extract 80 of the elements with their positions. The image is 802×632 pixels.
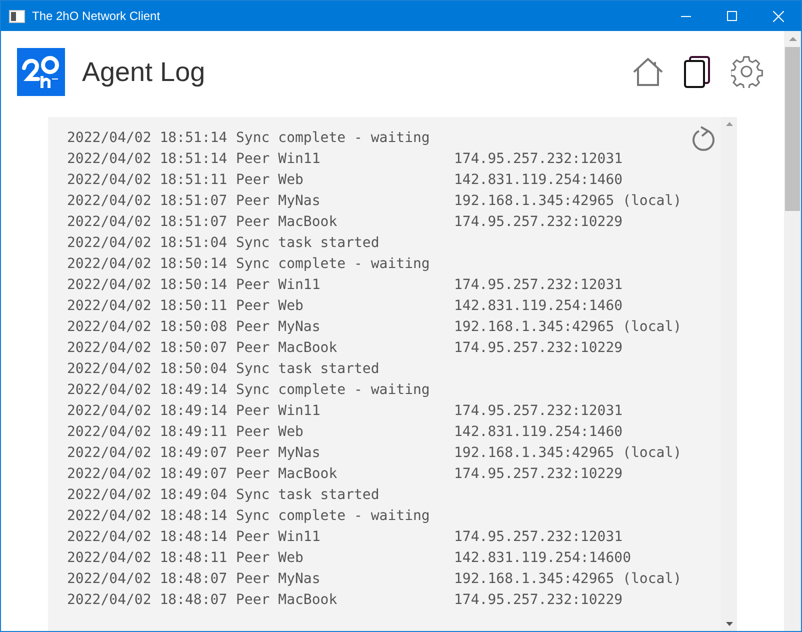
log-message: Sync task started	[236, 234, 380, 253]
documents-icon	[684, 56, 710, 88]
page-title: Agent Log	[82, 56, 206, 89]
home-button[interactable]	[632, 56, 664, 88]
log-message: Peer MacBook	[236, 339, 338, 358]
log-address: 174.95.257.232:10229	[454, 465, 623, 484]
refresh-icon	[691, 125, 717, 153]
logo	[17, 48, 65, 96]
log-timestamp: 2022/04/02 18:50:14	[67, 276, 228, 295]
log-message: Peer MacBook	[236, 213, 338, 232]
log-message: Peer Win11	[236, 150, 322, 169]
close-icon	[772, 10, 784, 22]
log-timestamp: 2022/04/02 18:51:07	[67, 192, 228, 211]
log-timestamp: 2022/04/02 18:49:04	[67, 486, 228, 505]
log-message: Peer Web	[236, 297, 304, 316]
log-address: 174.95.257.232:10229	[454, 591, 623, 610]
log-timestamp: 2022/04/02 18:51:11	[67, 171, 228, 190]
log-message: Peer Win11	[236, 402, 322, 421]
log-timestamp: 2022/04/02 18:48:14	[67, 528, 228, 547]
scroll-down-icon[interactable]	[726, 622, 732, 626]
log-message: Peer MacBook	[236, 465, 338, 484]
settings-icon	[731, 56, 763, 88]
log-message: Sync complete - waiting	[236, 381, 431, 400]
settings-button[interactable]	[730, 55, 764, 89]
log-message: Sync complete - waiting	[236, 255, 431, 274]
log-address: 174.95.257.232:12031	[454, 276, 623, 295]
log-message: Peer Web	[236, 171, 304, 190]
log-message: Peer MyNas	[236, 192, 322, 211]
log-address: 174.95.257.232:10229	[454, 213, 623, 232]
log-message: Sync complete - waiting	[236, 507, 431, 526]
scroll-up-icon[interactable]	[788, 37, 796, 41]
log-timestamp: 2022/04/02 18:48:14	[67, 507, 228, 526]
log-timestamp: 2022/04/02 18:48:11	[67, 549, 228, 568]
log-timestamp: 2022/04/02 18:50:14	[67, 255, 228, 274]
log-timestamp: 2022/04/02 18:51:14	[67, 129, 228, 148]
log-timestamp: 2022/04/02 18:48:07	[67, 591, 228, 610]
log-message: Peer MacBook	[236, 591, 338, 610]
log-address: 192.168.1.345:42965 (local)	[454, 192, 682, 211]
log-address: 174.95.257.232:12031	[454, 150, 623, 169]
maximize-icon	[727, 11, 737, 21]
log-address: 174.95.257.232:10229	[454, 339, 623, 358]
log-address: 192.168.1.345:42965 (local)	[454, 318, 682, 337]
log-message: Peer MyNas	[236, 444, 322, 463]
log-message: Peer Web	[236, 549, 304, 568]
log-timestamp: 2022/04/02 18:49:11	[67, 423, 228, 442]
window-title: The 2hO Network Client	[32, 8, 160, 25]
log-message: Sync task started	[236, 486, 380, 505]
window-scrollbar[interactable]	[784, 31, 801, 631]
log-address: 142.831.119.254:14600	[454, 549, 632, 568]
log-timestamp: 2022/04/02 18:50:04	[67, 360, 228, 379]
log-timestamp: 2022/04/02 18:49:07	[67, 465, 228, 484]
log-timestamp: 2022/04/02 18:49:14	[67, 381, 228, 400]
scroll-thumb[interactable]	[785, 47, 800, 211]
log-address: 142.831.119.254:1460	[454, 423, 623, 442]
documents-button[interactable]	[682, 55, 712, 89]
log-address: 174.95.257.232:12031	[454, 528, 623, 547]
log-message: Peer MyNas	[236, 570, 322, 589]
log-message: Peer MyNas	[236, 318, 322, 337]
log-timestamp: 2022/04/02 18:50:08	[67, 318, 228, 337]
log-message: Sync task started	[236, 360, 380, 379]
log-message: Sync complete - waiting	[236, 129, 431, 148]
log-timestamp: 2022/04/02 18:48:07	[67, 570, 228, 589]
log-timestamp: 2022/04/02 18:51:14	[67, 150, 228, 169]
log-timestamp: 2022/04/02 18:49:14	[67, 402, 228, 421]
log-address: 192.168.1.345:42965 (local)	[454, 570, 682, 589]
log-message: Peer Win11	[236, 528, 322, 547]
log-timestamp: 2022/04/02 18:49:07	[67, 444, 228, 463]
log-address: 192.168.1.345:42965 (local)	[454, 444, 682, 463]
log-address: 174.95.257.232:12031	[454, 402, 623, 421]
log-timestamp: 2022/04/02 18:50:07	[67, 339, 228, 358]
log-message: Peer Web	[236, 423, 304, 442]
app-icon	[9, 10, 25, 22]
log-address: 142.831.119.254:1460	[454, 297, 623, 316]
log-timestamp: 2022/04/02 18:50:11	[67, 297, 228, 316]
log-timestamp: 2022/04/02 18:51:04	[67, 234, 228, 253]
home-icon	[633, 58, 663, 86]
log-timestamp: 2022/04/02 18:51:07	[67, 213, 228, 232]
log-address: 142.831.119.254:1460	[454, 171, 623, 190]
scroll-up-icon[interactable]	[726, 122, 732, 126]
log-message: Peer Win11	[236, 276, 322, 295]
